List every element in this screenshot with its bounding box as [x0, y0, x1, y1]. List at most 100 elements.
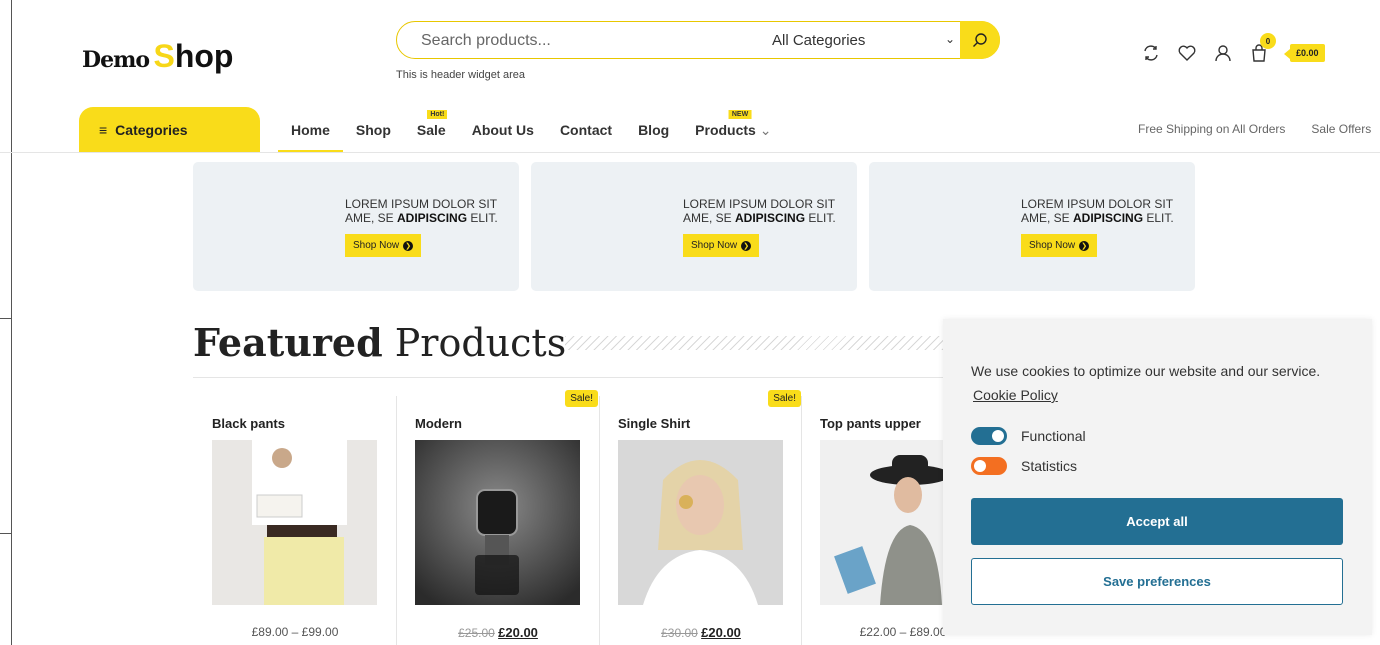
- sale-badge: Sale!: [768, 390, 801, 407]
- banner-line: LOREM IPSUM DOLOR SIT: [1021, 197, 1174, 211]
- arrow-right-circle-icon: ❯: [1079, 240, 1090, 251]
- compare-icon[interactable]: [1140, 42, 1162, 64]
- categories-label: Categories: [115, 122, 188, 138]
- nav-label: About Us: [471, 122, 534, 138]
- heading-divider: [193, 377, 953, 378]
- rail-divider: [0, 533, 12, 534]
- category-select[interactable]: All Categories: [772, 32, 865, 49]
- search-button[interactable]: [960, 21, 1000, 59]
- logo-hop: hop: [174, 38, 234, 74]
- nav-label: Blog: [638, 122, 670, 138]
- banner-bold: ADIPISCING: [735, 211, 806, 225]
- cart-total[interactable]: £0.00: [1284, 44, 1325, 62]
- product-image[interactable]: [415, 440, 580, 605]
- sale-offers-link[interactable]: Sale Offers: [1311, 122, 1371, 136]
- site-logo[interactable]: Demo Shop: [82, 38, 272, 78]
- account-user-icon[interactable]: [1212, 42, 1234, 64]
- product-name[interactable]: Modern: [415, 416, 462, 431]
- product-card[interactable]: Sale! Single Shirt £30.00 £20.00: [599, 390, 802, 645]
- banner-line: AME, SE: [345, 211, 398, 225]
- promo-banner[interactable]: LOREM IPSUM DOLOR SIT AME, SE ADIPISCING…: [193, 162, 519, 291]
- nav-item-about[interactable]: About Us: [459, 108, 547, 152]
- nav-item-products[interactable]: NEW Products ⌄: [682, 108, 784, 152]
- new-badge: NEW: [728, 110, 752, 119]
- banner-bold: ADIPISCING: [1073, 211, 1144, 225]
- banner-text: LOREM IPSUM DOLOR SIT AME, SE ADIPISCING…: [345, 197, 498, 225]
- window-edge: [0, 0, 12, 645]
- nav-item-blog[interactable]: Blog: [625, 108, 682, 152]
- statistics-toggle-row: Statistics: [971, 457, 1077, 475]
- heading-bold: Featured: [193, 320, 383, 365]
- shop-now-button[interactable]: Shop Now ❯: [683, 234, 760, 257]
- product-price: £25.00 £20.00: [397, 625, 599, 640]
- toggle-knob: [992, 430, 1004, 442]
- shop-now-button[interactable]: Shop Now ❯: [1021, 234, 1098, 257]
- product-price: £30.00 £20.00: [600, 625, 802, 640]
- save-preferences-button[interactable]: Save preferences: [971, 558, 1343, 605]
- arrow-right-circle-icon: ❯: [741, 240, 752, 251]
- product-price: £89.00 – £99.00: [194, 625, 396, 639]
- banner-line: LOREM IPSUM DOLOR SIT: [683, 197, 836, 211]
- price-range: £22.00 – £89.00: [859, 625, 947, 639]
- header-right-links: Free Shipping on All Orders Sale Offers: [1138, 122, 1371, 136]
- banner-line: ELIT.: [1143, 211, 1174, 225]
- header-icons: 0 £0.00: [1140, 33, 1325, 66]
- nav-item-contact[interactable]: Contact: [547, 108, 625, 152]
- cookie-consent-panel: We use cookies to optimize our website a…: [943, 319, 1372, 635]
- nav-label: Contact: [559, 122, 613, 138]
- price-current: £20.00: [498, 625, 538, 640]
- product-card[interactable]: Black pants £89.00 – £99.00: [194, 396, 396, 645]
- arrow-right-circle-icon: ❯: [403, 240, 414, 251]
- header-widget-note: This is header widget area: [396, 69, 526, 81]
- sale-badge: Sale!: [565, 390, 598, 407]
- accept-all-button[interactable]: Accept all: [971, 498, 1343, 545]
- nav-divider: [0, 152, 1380, 153]
- chevron-down-icon: ⌄: [759, 121, 772, 138]
- product-name[interactable]: Black pants: [212, 416, 285, 431]
- wishlist-heart-icon[interactable]: [1176, 42, 1198, 64]
- price-current: £20.00: [701, 625, 741, 640]
- featured-products-heading: Featured Products: [193, 320, 566, 365]
- cart-icon[interactable]: 0: [1248, 33, 1276, 64]
- toggle-label: Functional: [1021, 428, 1086, 444]
- promo-banner[interactable]: LOREM IPSUM DOLOR SIT AME, SE ADIPISCING…: [531, 162, 857, 291]
- search-icon: [973, 33, 987, 47]
- toggle-knob: [974, 460, 986, 472]
- banner-line: ELIT.: [467, 211, 498, 225]
- functional-toggle-row: Functional: [971, 427, 1086, 445]
- rail-divider: [0, 318, 12, 319]
- nav-label: Shop: [355, 122, 391, 138]
- toggle-label: Statistics: [1021, 458, 1078, 474]
- price-old: £25.00: [458, 626, 495, 640]
- product-image[interactable]: [618, 440, 783, 605]
- heading-rest: Products: [382, 321, 567, 365]
- nav-label: Products: [695, 122, 756, 138]
- button-label: Shop Now: [691, 240, 738, 251]
- categories-button[interactable]: ≡ Categories: [79, 107, 260, 153]
- button-label: Shop Now: [1029, 240, 1076, 251]
- menu-lines-icon: ≡: [99, 122, 108, 138]
- logo-s: S: [153, 38, 175, 74]
- cookie-policy-link[interactable]: Cookie Policy: [973, 387, 1058, 403]
- cookie-message: We use cookies to optimize our website a…: [971, 363, 1321, 379]
- cart-count-badge: 0: [1260, 33, 1276, 49]
- banner-line: ELIT.: [805, 211, 836, 225]
- product-name[interactable]: Single Shirt: [618, 416, 690, 431]
- nav-item-sale[interactable]: Hot! Sale: [404, 108, 459, 152]
- nav-item-shop[interactable]: Shop: [343, 108, 404, 152]
- promo-banner[interactable]: LOREM IPSUM DOLOR SIT AME, SE ADIPISCING…: [869, 162, 1195, 291]
- product-image[interactable]: [212, 440, 377, 605]
- functional-toggle[interactable]: [971, 427, 1007, 445]
- product-card[interactable]: Sale! Modern £25.00 £20.00: [396, 390, 599, 645]
- price-old: £30.00: [661, 626, 698, 640]
- free-shipping-link[interactable]: Free Shipping on All Orders: [1138, 122, 1285, 136]
- product-name[interactable]: Top pants upper: [820, 416, 921, 431]
- logo-demo: Demo: [82, 47, 150, 73]
- statistics-toggle[interactable]: [971, 457, 1007, 475]
- shop-now-button[interactable]: Shop Now ❯: [345, 234, 422, 257]
- search-input[interactable]: Search products...: [421, 32, 551, 50]
- nav-label: Home: [291, 122, 330, 138]
- nav-item-home[interactable]: Home: [278, 108, 343, 152]
- banner-line: LOREM IPSUM DOLOR SIT: [345, 197, 498, 211]
- price-range: £89.00 – £99.00: [251, 625, 339, 639]
